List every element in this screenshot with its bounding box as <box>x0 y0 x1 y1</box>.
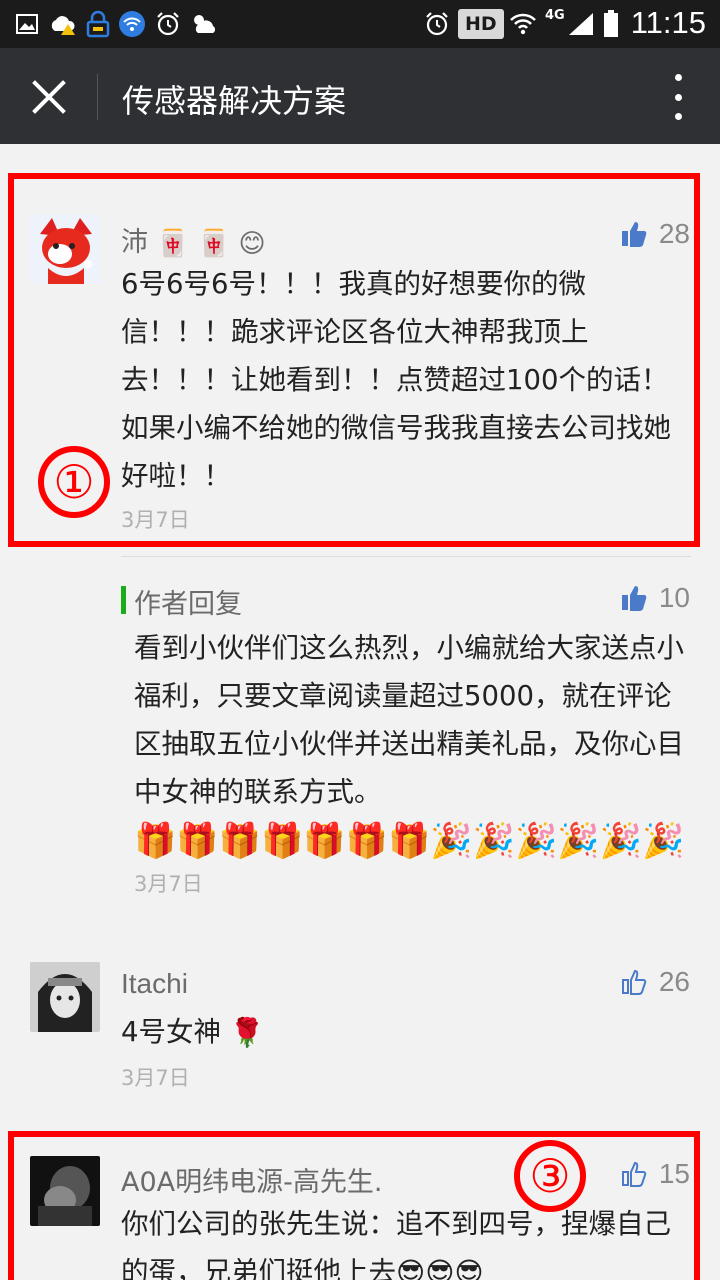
annotation-number: ③ <box>514 1140 586 1212</box>
like-button[interactable]: 28 <box>621 218 690 250</box>
gift-party-icons: 🎁🎁🎁🎁🎁🎁🎁🎉🎉🎉🎉🎉🎉 <box>134 821 685 861</box>
divider <box>121 556 691 557</box>
smile-icon: 😊 <box>238 228 266 259</box>
wifi-circle-icon <box>118 10 146 38</box>
comment-date: 3月7日 <box>121 508 190 532</box>
rose-icon: 🌹 <box>229 1016 265 1049</box>
clock: 11:15 <box>630 5 706 40</box>
avatar[interactable] <box>30 214 100 284</box>
thumbs-up-icon <box>621 586 647 611</box>
like-button[interactable]: 10 <box>621 582 690 614</box>
hd-badge: HD <box>458 9 504 39</box>
weather-icon <box>188 10 220 38</box>
more-options-button[interactable] <box>666 74 690 120</box>
nickname: 沛 🀄 🀄 😊 <box>121 220 266 264</box>
thumbs-up-icon <box>621 222 647 247</box>
like-count: 10 <box>658 582 690 613</box>
reply-indicator <box>121 586 126 614</box>
sunglasses-icons: 😎😎😎 <box>396 1256 484 1280</box>
avatar[interactable] <box>30 962 100 1032</box>
more-icon-dot <box>674 113 682 120</box>
alarm-icon-right <box>422 10 452 38</box>
page-title: 传感器解决方案 <box>122 82 347 120</box>
reply-text: 看到小伙伴们这么热烈，小编就给大家送点小福利，只要文章阅读量超过5000，就在评… <box>134 624 686 864</box>
wifi-icon <box>508 10 538 38</box>
alarm-icon <box>154 10 182 38</box>
nickname-text: 沛 <box>121 227 148 258</box>
close-button[interactable] <box>22 70 76 124</box>
battery-icon <box>602 10 620 38</box>
app-bar-divider <box>97 74 98 120</box>
reply-title: 作者回复 <box>134 589 242 620</box>
comment-date: 3月7日 <box>121 1066 190 1090</box>
comment-date: 3月7日 <box>134 872 203 896</box>
nickname: Itachi <box>121 968 188 999</box>
reply-text-body: 看到小伙伴们这么热烈，小编就给大家送点小福利，只要文章阅读量超过5000，就在评… <box>134 632 684 808</box>
like-button[interactable]: 26 <box>621 966 690 998</box>
comment-text-body: 4号女神 <box>121 1016 221 1048</box>
like-count: 28 <box>658 218 690 249</box>
gallery-icon <box>14 10 40 38</box>
vpn-lock-icon <box>84 10 112 38</box>
like-count: 26 <box>658 966 690 997</box>
annotation-number: ① <box>38 446 110 518</box>
cloud-warning-icon <box>48 10 78 38</box>
signal-icon <box>566 10 596 38</box>
mahjong-icon: 🀄 <box>156 228 189 259</box>
status-bar: HD 4G 11:15 <box>0 0 720 48</box>
nickname: A0A明纬电源-高先生. <box>121 1167 383 1198</box>
close-icon <box>32 80 66 114</box>
more-icon-dot <box>674 74 682 81</box>
app-bar: 传感器解决方案 <box>0 48 720 144</box>
mahjong-icon: 🀄 <box>197 228 230 259</box>
network-type: 4G <box>545 8 565 23</box>
comment-text: 你们公司的张先生说：追不到四号，捏爆自己的蛋，兄弟们挺他上去😎😎😎 <box>121 1200 681 1280</box>
more-icon-dot <box>674 93 682 101</box>
like-button[interactable]: 15 <box>621 1158 690 1190</box>
thumbs-up-outline-icon <box>621 1161 647 1187</box>
thumbs-up-outline-icon <box>621 969 647 995</box>
avatar[interactable] <box>30 1156 100 1226</box>
comment-text: 4号女神 🌹 <box>121 1008 681 1056</box>
like-count: 15 <box>658 1158 690 1189</box>
comment-text: 6号6号6号！！！我真的好想要你的微信！！！跪求评论区各位大神帮我顶上去！！！让… <box>121 268 671 492</box>
